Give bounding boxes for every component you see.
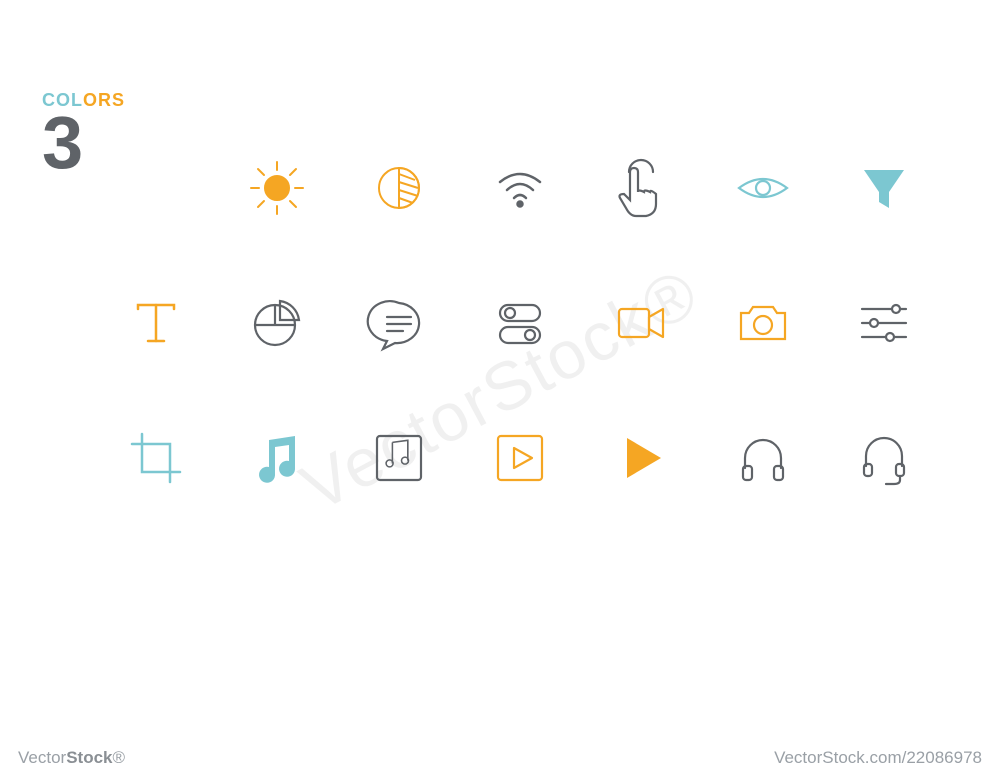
brand-stock: Stock xyxy=(66,748,112,767)
pie-chart-icon xyxy=(242,288,312,358)
music-album-icon xyxy=(364,423,434,493)
text-type-icon xyxy=(121,288,191,358)
chat-message-icon xyxy=(364,288,434,358)
brand-suffix: ® xyxy=(113,748,126,767)
photo-camera-icon xyxy=(728,288,798,358)
crop-icon xyxy=(121,423,191,493)
brightness-sun-icon xyxy=(242,153,312,223)
image-id: VectorStock.com/22086978 xyxy=(774,748,982,768)
eye-icon xyxy=(728,153,798,223)
toggles-icon xyxy=(485,288,555,358)
headset-mic-icon xyxy=(849,423,919,493)
funnel-filter-icon xyxy=(849,153,919,223)
colors-label-2: ORS xyxy=(83,90,125,110)
sliders-settings-icon xyxy=(849,288,919,358)
headphones-icon xyxy=(728,423,798,493)
brand-vector: Vector xyxy=(18,748,66,767)
touch-tap-icon xyxy=(606,153,676,223)
brand-label: VectorStock® xyxy=(18,748,125,768)
wifi-icon xyxy=(485,153,555,223)
play-triangle-icon xyxy=(606,423,676,493)
footer: VectorStock® VectorStock.com/22086978 xyxy=(0,748,1000,768)
play-box-icon xyxy=(485,423,555,493)
contrast-half-icon xyxy=(364,153,434,223)
icon-grid xyxy=(95,120,945,525)
video-camera-icon xyxy=(606,288,676,358)
music-note-icon xyxy=(242,423,312,493)
